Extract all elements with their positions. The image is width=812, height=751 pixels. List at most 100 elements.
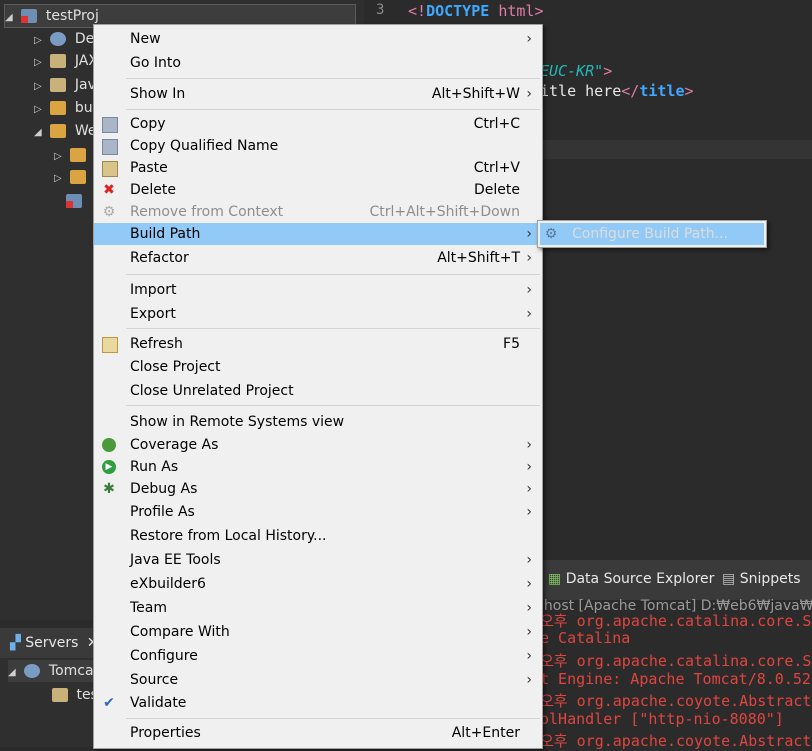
menu-label: Import — [130, 282, 177, 298]
menu-item-show-remote-systems[interactable]: Show in Remote Systems view — [94, 411, 542, 433]
code-token: > — [603, 62, 613, 80]
menu-item-delete[interactable]: ✖ Delete Delete — [94, 179, 542, 201]
menu-label: Refresh — [130, 336, 183, 352]
menu-item-copy[interactable]: Copy Ctrl+C — [94, 113, 542, 135]
tree-item-child-folder-2[interactable]: ▷ — [54, 166, 90, 188]
menu-separator — [126, 78, 540, 79]
menu-label: Close Unrelated Project — [130, 383, 294, 399]
code-line-charset: EUC-KR"> — [540, 62, 612, 80]
console-line: t Engine: Apache Tomcat/8.0.52 — [540, 670, 811, 688]
folder-icon — [70, 170, 87, 184]
checkmark-icon: ✔ — [103, 695, 115, 711]
tree-item-webcontent[interactable]: ◢ We — [34, 120, 97, 142]
menu-item-team[interactable]: Team › — [94, 597, 542, 619]
tab-snippets[interactable]: ▤ Snippets — [722, 564, 801, 594]
submenu-arrow-icon: › — [526, 552, 532, 568]
collapse-icon[interactable]: ◢ — [34, 122, 46, 144]
data-source-icon: ▦ — [548, 571, 562, 587]
collapse-icon[interactable]: ◢ — [5, 7, 17, 29]
menu-label: Profile As — [130, 504, 195, 520]
menu-item-go-into[interactable]: Go Into — [94, 52, 542, 74]
menu-label: Go Into — [130, 55, 181, 71]
tab-servers[interactable]: ▞ Servers ✕ — [10, 628, 99, 658]
menu-label: Source — [130, 672, 179, 688]
menu-label: Refactor — [130, 250, 189, 266]
menu-item-copy-qualified-name[interactable]: Copy Qualified Name — [94, 135, 542, 157]
folder-icon — [50, 101, 67, 115]
copy-qualified-icon — [102, 139, 118, 155]
menu-item-compare-with[interactable]: Compare With › — [94, 621, 542, 643]
expand-icon[interactable]: ▷ — [34, 76, 46, 98]
menu-label: Coverage As — [130, 437, 219, 453]
menu-item-debug-as[interactable]: ✱ Debug As › — [94, 478, 542, 500]
expand-icon[interactable]: ▷ — [54, 168, 66, 190]
menu-label: Configure Build Path... — [572, 226, 729, 242]
menu-shortcut: Alt+Shift+T — [437, 250, 520, 266]
menu-label: Team — [130, 600, 168, 616]
submenu-arrow-icon: › — [526, 31, 532, 47]
menu-item-import[interactable]: Import › — [94, 279, 542, 301]
coverage-icon — [102, 438, 116, 452]
menu-item-validate[interactable]: ✔ Validate — [94, 692, 542, 714]
menu-item-close-project[interactable]: Close Project — [94, 356, 542, 378]
menu-item-build-path[interactable]: Build Path › — [94, 223, 542, 245]
submenu-arrow-icon: › — [526, 250, 532, 266]
menu-item-show-in[interactable]: Show In Alt+Shift+W › — [94, 83, 542, 105]
menu-item-source[interactable]: Source › — [94, 669, 542, 691]
configure-build-path-icon: ⚙ — [544, 226, 558, 242]
menu-item-properties[interactable]: Properties Alt+Enter — [94, 722, 542, 744]
collapse-icon[interactable]: ◢ — [8, 662, 20, 684]
snippets-icon: ▤ — [722, 571, 736, 587]
build-path-submenu: ⚙ Configure Build Path... — [537, 220, 767, 248]
tree-item-build[interactable]: ▷ bui — [34, 97, 97, 119]
tab-data-source-explorer[interactable]: ▦ Data Source Explorer — [548, 564, 714, 594]
submenu-arrow-icon: › — [526, 648, 532, 664]
menu-item-close-unrelated-project[interactable]: Close Unrelated Project — [94, 380, 542, 402]
code-token: EUC-KR" — [540, 62, 604, 80]
menu-item-new[interactable]: New › — [94, 28, 542, 50]
folder-icon — [70, 148, 87, 162]
expand-icon[interactable]: ▷ — [34, 99, 46, 121]
line-number: 3 — [376, 2, 385, 18]
menu-shortcut: Ctrl+C — [473, 116, 520, 132]
menu-label: Delete — [130, 182, 176, 198]
console-line: 오후 org.apache.coyote.Abstracth — [540, 692, 812, 710]
menu-separator — [126, 405, 540, 406]
menu-item-refactor[interactable]: Refactor Alt+Shift+T › — [94, 247, 542, 269]
menu-item-export[interactable]: Export › — [94, 303, 542, 325]
menu-item-exbuilder6[interactable]: eXbuilder6 › — [94, 573, 542, 595]
menu-item-configure-build-path[interactable]: ⚙ Configure Build Path... — [540, 223, 764, 245]
expand-icon[interactable]: ▷ — [34, 30, 46, 52]
menu-item-paste[interactable]: Paste Ctrl+V — [94, 157, 542, 179]
menu-label: Properties — [130, 725, 201, 741]
submenu-arrow-icon: › — [526, 282, 532, 298]
console-tabbar: ▦ Data Source Explorer ▤ Snippets — [540, 560, 812, 600]
menu-item-refresh[interactable]: Refresh F5 — [94, 333, 542, 355]
tree-item-file[interactable] — [66, 190, 86, 212]
menu-item-coverage-as[interactable]: Coverage As › — [94, 434, 542, 456]
submenu-arrow-icon: › — [526, 226, 532, 242]
menu-item-configure[interactable]: Configure › — [94, 645, 542, 667]
menu-item-run-as[interactable]: ▶ Run As › — [94, 456, 542, 478]
menu-item-java-ee-tools[interactable]: Java EE Tools › — [94, 549, 542, 571]
submenu-arrow-icon: › — [526, 576, 532, 592]
menu-shortcut: Ctrl+V — [473, 160, 520, 176]
submenu-arrow-icon: › — [526, 624, 532, 640]
expand-icon[interactable]: ▷ — [54, 146, 66, 168]
code-token: title — [639, 82, 685, 100]
menu-item-restore-local-history[interactable]: Restore from Local History... — [94, 525, 542, 547]
remove-context-icon: ⚙ — [102, 204, 116, 220]
expand-icon[interactable]: ▷ — [34, 52, 46, 74]
menu-shortcut: F5 — [503, 336, 520, 352]
file-error-icon — [66, 194, 82, 208]
menu-item-profile-as[interactable]: Profile As › — [94, 501, 542, 523]
tree-item-child-folder-1[interactable]: ▷ — [54, 144, 90, 166]
menu-label: Remove from Context — [130, 204, 284, 220]
menu-separator — [126, 328, 540, 329]
submenu-arrow-icon: › — [526, 504, 532, 520]
tree-item-jax[interactable]: ▷ JAX — [34, 50, 98, 72]
code-line-title: itle here</title> — [540, 82, 694, 100]
run-icon: ▶ — [102, 460, 116, 474]
menu-item-remove-from-context: ⚙ Remove from Context Ctrl+Alt+Shift+Down — [94, 201, 542, 223]
submenu-arrow-icon: › — [526, 481, 532, 497]
